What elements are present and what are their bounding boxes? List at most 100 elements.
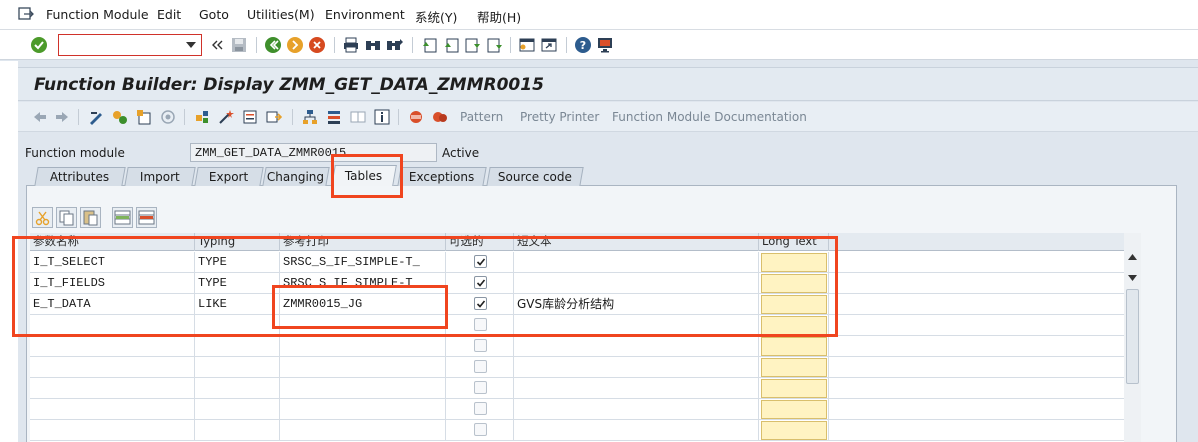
back-icon[interactable] — [264, 36, 282, 54]
cell-long-text[interactable] — [759, 273, 829, 293]
menu-exit-icon[interactable] — [18, 7, 34, 21]
previous-page-icon[interactable] — [442, 36, 460, 54]
column-header-long-text[interactable]: Long Text — [759, 233, 829, 251]
cell-typing[interactable]: LIKE — [195, 294, 280, 314]
long-text-button[interactable] — [761, 295, 827, 314]
cell-typing[interactable] — [195, 420, 280, 440]
cancel-icon[interactable] — [308, 36, 326, 54]
cell-parameter-name[interactable] — [30, 315, 195, 335]
cell-reference-type[interactable] — [280, 378, 446, 398]
cell-long-text[interactable] — [759, 252, 829, 272]
tab-changing[interactable]: Changing — [262, 167, 330, 186]
print-icon[interactable] — [342, 36, 360, 54]
pretty-printer-button[interactable]: Pretty Printer — [520, 110, 599, 124]
cell-short-text[interactable] — [514, 378, 759, 398]
cell-long-text[interactable] — [759, 294, 829, 314]
check-object-icon[interactable] — [136, 109, 152, 125]
next-page-icon[interactable] — [464, 36, 482, 54]
command-input[interactable] — [59, 35, 181, 55]
cell-optional[interactable] — [446, 399, 514, 419]
scroll-thumb[interactable] — [1126, 289, 1139, 384]
column-header-optional[interactable]: 可选的 — [446, 233, 514, 251]
tab-tables[interactable]: Tables — [331, 165, 397, 186]
customize-layout-icon[interactable] — [596, 36, 614, 54]
breakpoint-icon[interactable] — [408, 109, 424, 125]
cell-parameter-name[interactable]: I_T_SELECT — [30, 252, 195, 272]
cell-parameter-name[interactable] — [30, 420, 195, 440]
long-text-button[interactable] — [761, 274, 827, 293]
cell-long-text[interactable] — [759, 357, 829, 377]
cell-optional[interactable] — [446, 378, 514, 398]
optional-checkbox[interactable] — [474, 423, 487, 436]
cell-short-text[interactable]: GVS库龄分析结构 — [514, 294, 759, 314]
column-header-reference-type[interactable]: 参考打印 — [280, 233, 446, 251]
menu-edit[interactable]: Edit — [157, 7, 181, 22]
cell-reference-type[interactable] — [280, 336, 446, 356]
optional-checkbox[interactable] — [474, 276, 487, 289]
cell-typing[interactable] — [195, 399, 280, 419]
optional-checkbox[interactable] — [474, 381, 487, 394]
active-inactive-icon[interactable] — [112, 109, 128, 125]
cell-reference-type[interactable] — [280, 357, 446, 377]
where-used-icon[interactable] — [194, 109, 210, 125]
optional-checkbox[interactable] — [474, 360, 487, 373]
menu-help[interactable]: 帮助(H) — [477, 7, 521, 26]
optional-checkbox[interactable] — [474, 297, 487, 310]
last-page-icon[interactable] — [486, 36, 504, 54]
menu-utilities[interactable]: Utilities(M) — [247, 7, 315, 22]
arrow-left-icon[interactable] — [32, 109, 48, 125]
cell-long-text[interactable] — [759, 336, 829, 356]
cell-short-text[interactable] — [514, 336, 759, 356]
cell-parameter-name[interactable] — [30, 378, 195, 398]
long-text-button[interactable] — [761, 421, 827, 440]
find-next-icon[interactable] — [386, 36, 404, 54]
cell-typing[interactable]: TYPE — [195, 273, 280, 293]
column-header-typing[interactable]: Typing — [195, 233, 280, 251]
first-page-icon[interactable] — [420, 36, 438, 54]
arrow-right-icon[interactable] — [54, 109, 70, 125]
vertical-scrollbar[interactable] — [1124, 233, 1141, 442]
cell-reference-type[interactable]: ZMMR0015_JG — [280, 294, 446, 314]
cell-reference-type[interactable] — [280, 315, 446, 335]
cell-short-text[interactable] — [514, 252, 759, 272]
create-session-icon[interactable] — [518, 36, 536, 54]
cell-optional[interactable] — [446, 252, 514, 272]
cell-parameter-name[interactable]: I_T_FIELDS — [30, 273, 195, 293]
activate-icon[interactable] — [160, 109, 176, 125]
menu-environment[interactable]: Environment — [325, 7, 405, 22]
object-list-icon[interactable] — [242, 109, 258, 125]
cell-long-text[interactable] — [759, 378, 829, 398]
cell-typing[interactable] — [195, 378, 280, 398]
cell-optional[interactable] — [446, 273, 514, 293]
cut-button[interactable] — [32, 207, 53, 228]
enter-check-icon[interactable] — [30, 36, 48, 54]
tab-attributes[interactable]: Attributes — [34, 167, 126, 186]
optional-checkbox[interactable] — [474, 402, 487, 415]
scroll-up-icon[interactable] — [1128, 254, 1137, 260]
cell-parameter-name[interactable] — [30, 336, 195, 356]
cell-parameter-name[interactable] — [30, 357, 195, 377]
display-change-icon[interactable] — [88, 109, 104, 125]
hierarchy-icon[interactable] — [302, 109, 318, 125]
column-header-parameter-name[interactable]: 参数名称 — [30, 233, 195, 251]
cell-short-text[interactable] — [514, 273, 759, 293]
display-object-list-icon[interactable] — [350, 109, 366, 125]
exit-icon[interactable] — [286, 36, 304, 54]
cell-optional[interactable] — [446, 315, 514, 335]
cell-typing[interactable]: TYPE — [195, 252, 280, 272]
insert-row-button[interactable] — [112, 207, 133, 228]
delete-row-button[interactable] — [136, 207, 157, 228]
tab-import[interactable]: Import — [124, 167, 196, 186]
info-icon[interactable] — [374, 109, 390, 125]
cell-typing[interactable] — [195, 357, 280, 377]
copy-button[interactable] — [56, 207, 77, 228]
paste-button[interactable] — [80, 207, 101, 228]
menu-system[interactable]: 系统(Y) — [415, 7, 457, 26]
optional-checkbox[interactable] — [474, 255, 487, 268]
enhance-icon[interactable] — [326, 109, 342, 125]
tab-source-code[interactable]: Source code — [486, 167, 584, 186]
cell-short-text[interactable] — [514, 399, 759, 419]
cell-long-text[interactable] — [759, 315, 829, 335]
fm-documentation-button[interactable]: Function Module Documentation — [612, 110, 807, 124]
cell-optional[interactable] — [446, 336, 514, 356]
